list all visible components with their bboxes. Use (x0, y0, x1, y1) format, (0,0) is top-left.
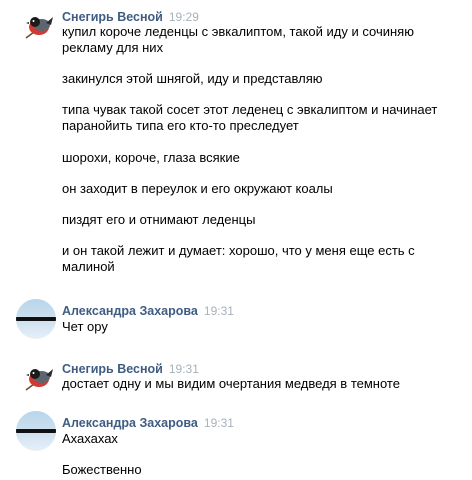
message-time[interactable]: 19:29 (169, 10, 199, 24)
bullfinch-icon (25, 369, 53, 391)
message-text: Божественно (62, 462, 142, 477)
chat-history: Снегирь Весной 19:29 купил короче леденцы… (0, 0, 472, 480)
message-text: он заходит в переулок и его окружают коа… (62, 181, 333, 196)
message-text: Ахахахах (62, 431, 118, 446)
bullfinch-icon (25, 17, 53, 39)
user-avatar[interactable] (16, 411, 56, 451)
message-text: шорохи, короче, глаза всякие (62, 150, 240, 165)
message-text: закинулся этой шнягой, иду и представляю (62, 71, 323, 86)
avatar-stripe (16, 429, 56, 433)
bullfinch-avatar[interactable] (20, 360, 54, 394)
message-time[interactable]: 19:31 (204, 416, 234, 430)
message-author[interactable]: Снегирь Весной (62, 362, 163, 376)
message-author[interactable]: Снегирь Весной (62, 10, 163, 24)
message-text: достает одну и мы видим очертания медвед… (62, 376, 400, 391)
message-text: типа чувак такой сосет этот леденец с эв… (62, 102, 438, 133)
message-text: пиздят его и отнимают леденцы (62, 212, 256, 227)
message-author[interactable]: Александра Захарова (62, 304, 198, 318)
message-text: купил короче леденцы с эвкалиптом, такой… (62, 24, 414, 55)
message-text: и он такой лежит и думает: хорошо, что у… (62, 243, 415, 274)
message-author[interactable]: Александра Захарова (62, 416, 198, 430)
bullfinch-avatar[interactable] (20, 8, 54, 42)
avatar-stripe (16, 317, 56, 321)
message-time[interactable]: 19:31 (169, 362, 199, 376)
message-time[interactable]: 19:31 (204, 304, 234, 318)
user-avatar[interactable] (16, 299, 56, 339)
message-text: Чет ору (62, 319, 108, 334)
